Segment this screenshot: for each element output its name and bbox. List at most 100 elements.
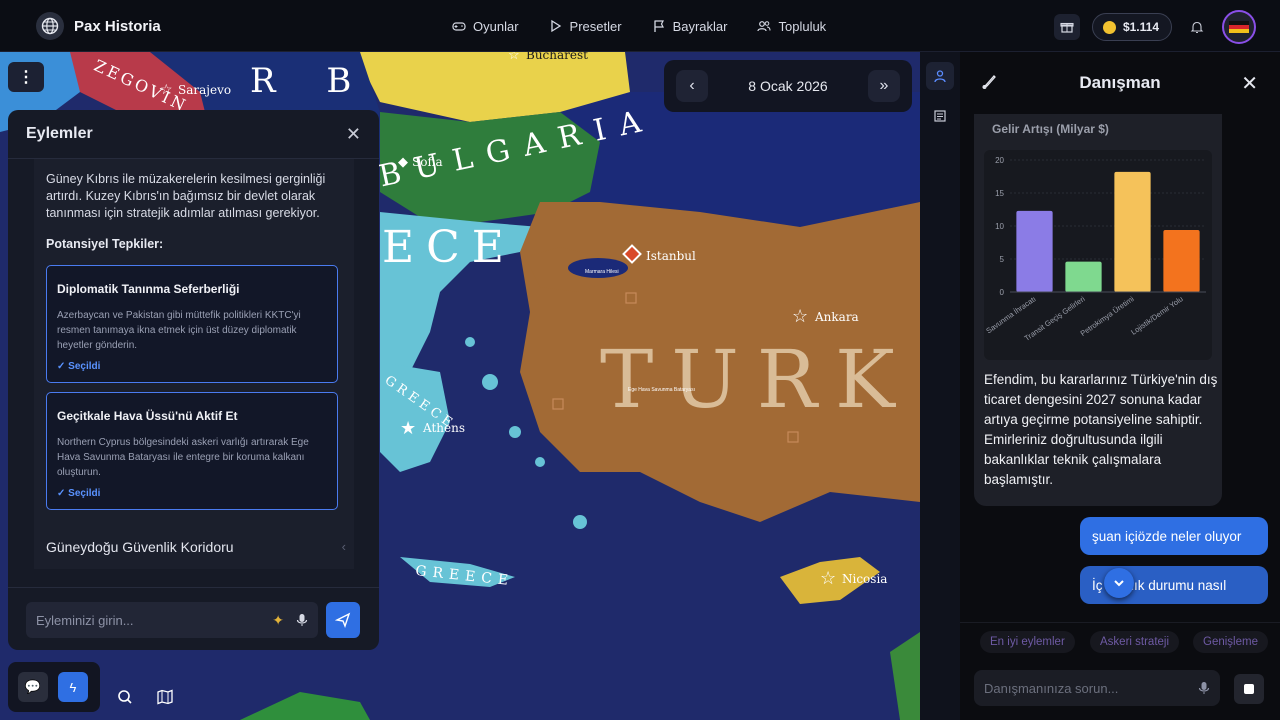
globe-icon: [36, 12, 64, 40]
city-marker-sarajevo[interactable]: ☆ Sarajevo: [160, 81, 231, 97]
notifications-button[interactable]: [1184, 14, 1210, 40]
chart-y-tick-label: 15: [995, 189, 1004, 198]
nav-item-presetler[interactable]: Presetler: [549, 19, 622, 34]
scroll-log-button[interactable]: [926, 102, 954, 130]
chart-y-tick-label: 0: [1000, 288, 1005, 297]
option-card-diplomatic[interactable]: Diplomatik Tanınma Seferberliği Azerbayc…: [46, 265, 338, 383]
chevron-left-icon: ‹: [341, 539, 346, 554]
app-name: Pax Historia: [74, 17, 161, 35]
region-label-greece: ECE: [382, 222, 516, 273]
user-message: şuan içiözde neler oluyor: [1080, 517, 1268, 555]
chart-bar[interactable]: [1016, 210, 1053, 292]
map-tiny-label: Marmara Hilesi: [585, 269, 619, 275]
advisor-panel: Danışman ✕ Gelir Artışı (Milyar $) 0 5 10 1…: [960, 52, 1280, 720]
top-right-controls: $1.114: [1053, 10, 1256, 44]
selected-status: ✓ Seçildi: [57, 488, 101, 499]
chart-bar[interactable]: [1065, 261, 1102, 292]
nav-item-topluluk[interactable]: Topluluk: [757, 19, 826, 34]
event-card: Güney Kıbrıs ile müzakerelerin kesilmesi…: [34, 159, 354, 569]
advance-time-button[interactable]: »: [867, 70, 900, 102]
svg-text:Istanbul: Istanbul: [646, 249, 696, 263]
svg-text:◆: ◆: [398, 154, 408, 169]
wallet-balance[interactable]: $1.114: [1091, 13, 1172, 41]
users-icon: [757, 21, 771, 32]
close-icon[interactable]: ✕: [1241, 71, 1258, 96]
action-mode-button[interactable]: ϟ: [58, 672, 88, 702]
bottom-tools: 💬 ϟ: [8, 662, 100, 712]
nav-item-oyunlar[interactable]: Oyunlar: [452, 19, 519, 34]
svg-text:Athens: Athens: [422, 421, 465, 435]
microphone-icon[interactable]: [296, 613, 308, 627]
nav-item-bayraklar[interactable]: Bayraklar: [652, 19, 727, 34]
search-button[interactable]: [110, 682, 140, 712]
app-logo[interactable]: Pax Historia: [36, 12, 161, 40]
chevron-down-icon: [1114, 580, 1124, 587]
scroll-down-button[interactable]: [1104, 568, 1134, 598]
map-menu-button[interactable]: ⋮: [8, 62, 44, 92]
suggestion-chips: En iyi eylemler Askeri strateji Genişlem…: [960, 622, 1280, 661]
chart-bar[interactable]: [1114, 171, 1151, 292]
chat-bubble-icon: 💬: [24, 679, 42, 694]
option-card-airbase[interactable]: Geçitkale Hava Üssü'nü Aktif Et Northern…: [46, 392, 338, 510]
suggestion-chip[interactable]: Genişleme: [1193, 631, 1268, 653]
coin-icon: [1102, 20, 1116, 34]
selected-status: ✓ Seçildi: [57, 361, 101, 372]
chart-x-tick-label: Savunma İhracatı: [984, 294, 1037, 335]
main-nav: Oyunlar Presetler Bayraklar Topluluk: [452, 0, 826, 52]
gift-icon: [1060, 22, 1074, 33]
lightning-icon: ϟ: [69, 679, 77, 695]
advisor-title: Danışman: [1079, 73, 1161, 92]
microphone-icon[interactable]: [1198, 681, 1210, 695]
collapsed-action-item[interactable]: Güneydoğu Güvenlik Koridoru ‹: [46, 539, 346, 555]
top-bar: Pax Historia Oyunlar Presetler Bayraklar…: [0, 0, 1280, 52]
scroll-icon: [934, 110, 946, 122]
svg-text:★: ★: [400, 418, 416, 438]
svg-text:Sarajevo: Sarajevo: [178, 83, 231, 97]
chart-x-tick-label: Petrokimya Üretimi: [1079, 294, 1136, 338]
chart-y-tick-label: 20: [995, 156, 1004, 165]
svg-text:☆: ☆: [508, 52, 520, 62]
map-tiny-label: Ege Hava Savunma Bataryası: [628, 387, 695, 393]
svg-text:☆: ☆: [792, 306, 808, 326]
chat-mode-button[interactable]: 💬: [18, 672, 48, 702]
chart-y-tick-label: 5: [1000, 255, 1005, 264]
close-icon[interactable]: ✕: [346, 124, 361, 145]
map-mode-button[interactable]: [150, 682, 180, 712]
vertical-dots-icon: ⋮: [18, 69, 34, 86]
region-label-turkey: TURK: [600, 333, 913, 426]
action-input[interactable]: Eyleminizi girin... ✦: [26, 602, 318, 638]
search-icon: [118, 690, 132, 704]
advisor-input[interactable]: Danışmanınıza sorun...: [974, 670, 1220, 706]
suggestion-chip[interactable]: Askeri strateji: [1090, 631, 1180, 653]
chart-title: Gelir Artışı (Milyar $): [992, 122, 1109, 136]
actions-title: Eylemler: [26, 125, 93, 142]
city-marker-sofia[interactable]: ◆ Sofia: [398, 154, 443, 169]
map-icon: [157, 689, 173, 705]
stop-icon: [1244, 684, 1254, 694]
avatar[interactable]: [1222, 10, 1256, 44]
actions-panel: Eylemler ✕ Güney Kıbrıs ile müzakereleri…: [8, 110, 379, 650]
previous-date-button[interactable]: ‹: [676, 70, 708, 102]
chart-bar[interactable]: [1163, 229, 1200, 292]
brush-icon[interactable]: [980, 73, 998, 91]
chart-y-tick-label: 10: [995, 222, 1004, 231]
svg-text:Bucharest: Bucharest: [526, 52, 588, 62]
chart-svg: 05101520Savunma İhracatıTransit Geçiş Ge…: [984, 156, 1206, 343]
map-side-toolbar: [920, 52, 960, 720]
gift-button[interactable]: [1053, 14, 1080, 40]
gamepad-icon: [452, 22, 466, 31]
advisor-response-text: Efendim, bu kararlarınız Türkiye'nin dış…: [984, 372, 1218, 487]
city-marker-istanbul[interactable]: Istanbul: [622, 244, 696, 264]
advisor-toggle-button[interactable]: [926, 62, 954, 90]
sparkle-icon[interactable]: ✦: [272, 612, 284, 629]
actions-body: Güney Kıbrıs ile müzakerelerin kesilmesi…: [8, 159, 379, 589]
send-action-button[interactable]: [326, 602, 360, 638]
stop-button[interactable]: [1234, 674, 1264, 704]
flag-avatar-icon: [1229, 21, 1249, 33]
revenue-chart: 0 5 10 15 20 Savunma İhracatı Transit Geçiş Ge…: [984, 150, 1212, 360]
reactions-heading: Potansiyel Tepkiler:: [46, 237, 164, 251]
chevron-left-icon: ‹: [689, 77, 695, 94]
suggestion-chip[interactable]: En iyi eylemler: [980, 631, 1075, 653]
actions-header: Eylemler ✕: [8, 110, 379, 159]
svg-text:Nicosia: Nicosia: [842, 572, 887, 586]
